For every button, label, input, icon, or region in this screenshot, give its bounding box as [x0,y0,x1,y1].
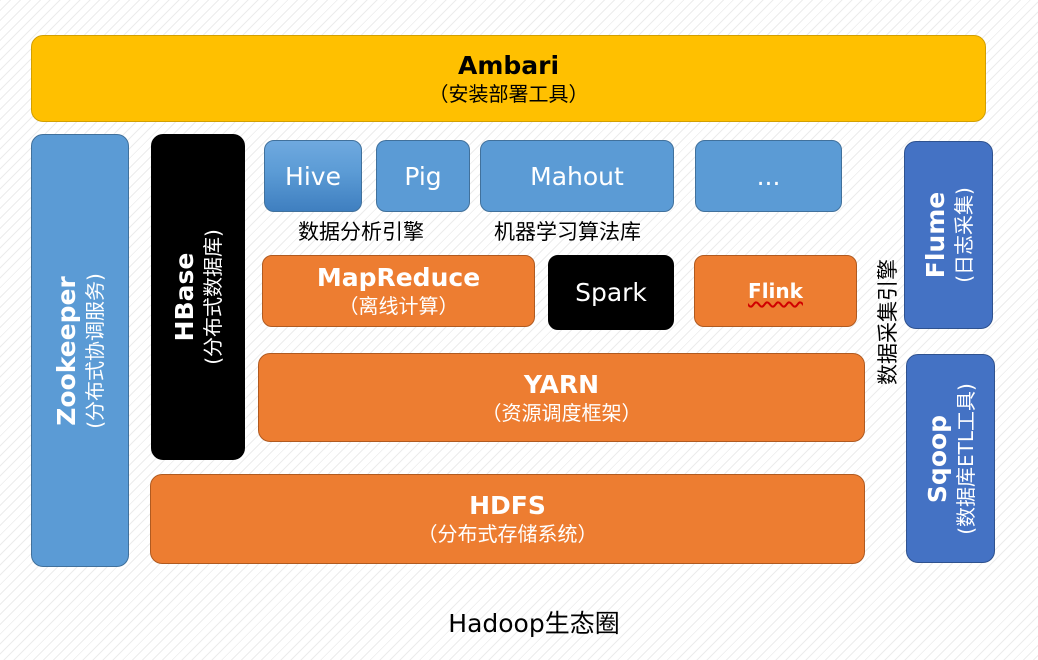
hbase-label-group: HBase (分布式数据库) [170,229,226,365]
zookeeper-subtitle: (分布式协调服务) [83,272,107,429]
ambari-subtitle: （安装部署工具） [428,81,589,106]
hbase-title: HBase [170,252,199,342]
hbase-box: HBase (分布式数据库) [151,134,245,460]
sqoop-label-group: Sqoop (数据库ETL工具) [923,383,979,535]
zookeeper-title: Zookeeper [52,275,81,426]
flink-label: Flink [748,279,803,303]
pig-label: Pig [404,161,442,191]
sqoop-box: Sqoop (数据库ETL工具) [906,354,995,563]
mahout-label: Mahout [530,161,624,191]
more-tools-label: ... [756,161,781,191]
hbase-subtitle: (分布式数据库) [201,229,225,365]
flume-box: Flume (日志采集) [904,141,993,329]
ambari-title: Ambari [457,50,560,80]
flume-subtitle: (日志采集) [951,187,976,283]
spark-box: Spark [548,255,674,330]
data-collection-caption: 数据采集引擎 [876,259,900,385]
hive-label: Hive [285,161,341,191]
zookeeper-label-group: Zookeeper (分布式协调服务) [52,273,108,429]
sqoop-subtitle: (数据库ETL工具) [953,382,978,535]
data-collection-caption-wrapper: 数据采集引擎 [870,232,904,412]
mapreduce-subtitle: （离线计算） [338,294,459,318]
yarn-box: YARN （资源调度框架） [258,353,865,442]
hadoop-ecosystem-diagram: { "ambari": {"title": "Ambari", "subtitl… [0,0,1038,660]
hive-box: Hive [264,140,362,212]
zookeeper-box: Zookeeper (分布式协调服务) [31,134,129,567]
yarn-title: YARN [523,369,600,399]
mapreduce-box: MapReduce （离线计算） [262,255,535,327]
sqoop-title: Sqoop [922,414,952,503]
hdfs-title: HDFS [469,491,546,520]
hdfs-box: HDFS （分布式存储系统） [150,474,865,564]
more-tools-box: ... [695,140,842,212]
analysis-engine-caption: 数据分析引擎 [298,220,424,244]
hdfs-subtitle: （分布式存储系统） [417,522,598,546]
mahout-box: Mahout [480,140,674,212]
ambari-box: Ambari （安装部署工具） [31,35,986,122]
yarn-subtitle: （资源调度框架） [481,400,642,425]
flume-title: Flume [920,191,950,279]
diagram-caption: Hadoop生态圈 [448,609,620,638]
flume-label-group: Flume (日志采集) [921,187,977,283]
pig-box: Pig [376,140,470,212]
spark-label: Spark [575,278,647,307]
mapreduce-title: MapReduce [316,263,481,292]
ml-library-caption: 机器学习算法库 [494,220,641,244]
flink-box: Flink [694,255,857,327]
